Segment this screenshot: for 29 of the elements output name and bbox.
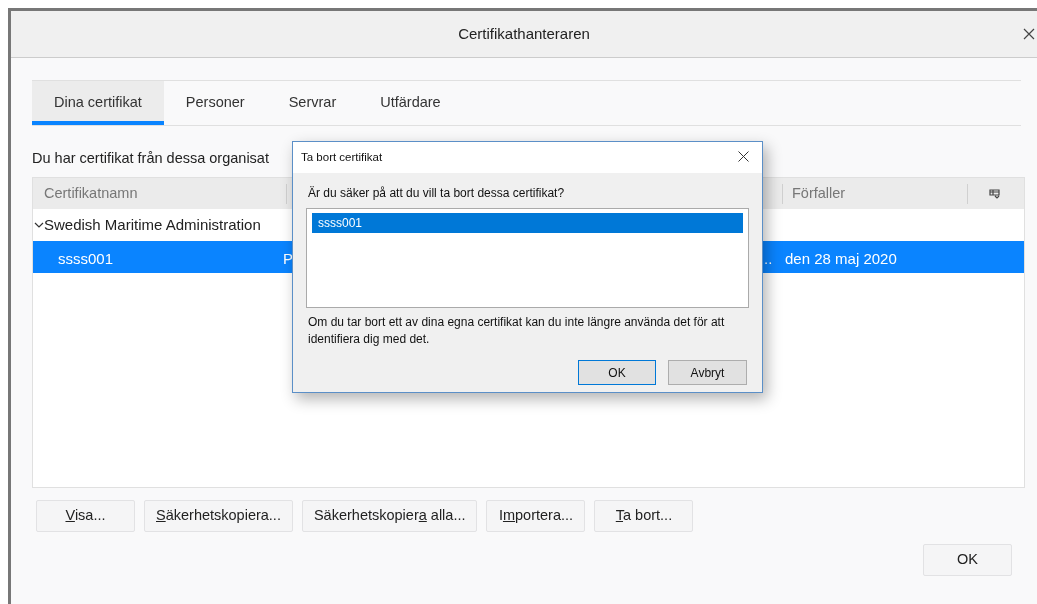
window-title: Certifikathanteraren bbox=[458, 23, 590, 44]
tab[interactable]: Utfärdare bbox=[358, 81, 463, 125]
close-icon[interactable] bbox=[738, 151, 749, 162]
action-button[interactable]: Säkerhetskopiera alla... bbox=[301, 500, 478, 532]
dialog-ok-button[interactable]: OK bbox=[578, 360, 656, 385]
column-header[interactable]: Förfaller bbox=[792, 182, 846, 205]
tab[interactable]: Servrar bbox=[266, 81, 359, 125]
action-button[interactable]: Ta bort... bbox=[594, 500, 694, 532]
dialog-note: Om du tar bort ett av dina egna certifikat kan du inte längre använda det för att identifiera dig med det. bbox=[308, 314, 726, 348]
table-cell-text: den 28 maj 2020 bbox=[785, 249, 897, 269]
dialog-title: Ta bort certifikat bbox=[301, 149, 383, 165]
dialog-cancel-button[interactable]: Avbryt bbox=[668, 360, 747, 385]
intro-text: Du har certifikat från dessa organisat bbox=[32, 149, 269, 167]
table-cell-text: .. bbox=[764, 249, 773, 269]
action-button[interactable]: Visa... bbox=[36, 500, 135, 532]
chevron-down-icon[interactable] bbox=[34, 221, 44, 229]
table-cell-text: P bbox=[283, 249, 293, 269]
column-header[interactable]: Certifikatnamn bbox=[44, 182, 138, 205]
tab[interactable]: Personer bbox=[163, 81, 267, 125]
list-item[interactable]: ssss001 bbox=[312, 213, 743, 233]
close-icon[interactable] bbox=[1023, 28, 1035, 40]
group-name: Swedish Maritime Administration bbox=[44, 214, 261, 235]
ok-button[interactable]: OK bbox=[923, 544, 1012, 576]
table-cell-text: ssss001 bbox=[58, 249, 114, 269]
dialog-question: Är du säker på att du vill ta bort dessa certifikat? bbox=[308, 185, 566, 202]
action-button[interactable]: Importera... bbox=[486, 500, 586, 532]
action-button[interactable]: Säkerhetskopiera... bbox=[144, 500, 293, 532]
tab[interactable]: Dina certifikat bbox=[32, 81, 164, 125]
column-picker-icon[interactable] bbox=[989, 189, 1000, 199]
